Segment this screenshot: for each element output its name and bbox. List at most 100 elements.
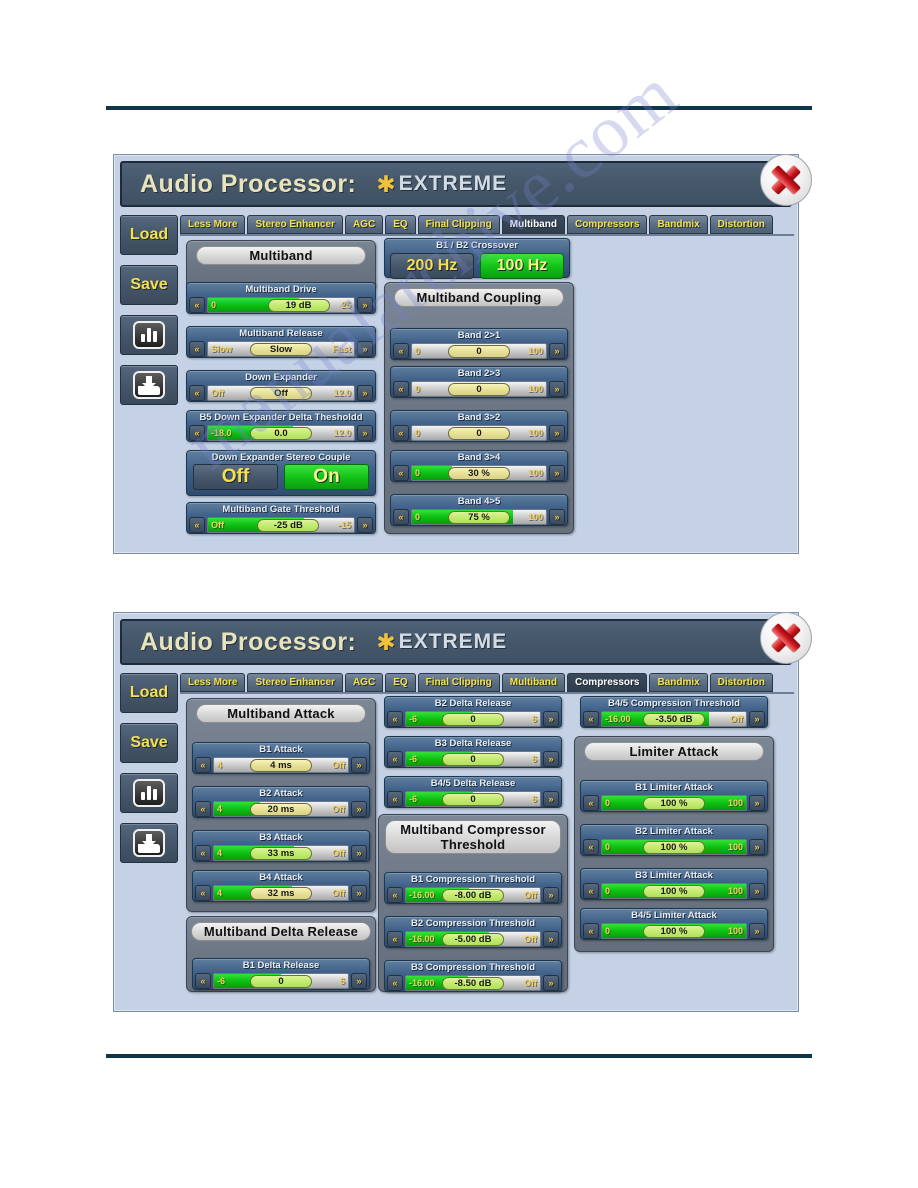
ctrl-band-4-5[interactable]: Band 4>5 « 0 100 75 % » (390, 494, 568, 526)
tab-bandmix[interactable]: Bandmix (649, 215, 708, 234)
slider-thumb-value[interactable]: 30 % (448, 466, 510, 480)
prev-arrow-icon[interactable]: « (189, 296, 205, 313)
ctrl-b3-attack[interactable]: B3 Attack « 4 Off 33 ms » (192, 830, 370, 862)
next-arrow-icon[interactable]: » (749, 882, 765, 899)
next-arrow-icon[interactable]: » (549, 342, 565, 359)
ctrl-b3-delta-release[interactable]: B3 Delta Release « -6 6 0 » (384, 736, 562, 768)
prev-arrow-icon[interactable]: « (583, 794, 599, 811)
prev-arrow-icon[interactable]: « (387, 710, 403, 727)
tab-multiband[interactable]: Multiband (501, 215, 565, 234)
prev-arrow-icon[interactable]: « (189, 340, 205, 357)
ctrl-down-expander[interactable]: Down Expander « Off 12.0 Off » (186, 370, 376, 402)
next-arrow-icon[interactable]: » (351, 972, 367, 989)
slider-thumb-value[interactable]: 0 (250, 974, 312, 988)
slider-track[interactable]: Off -15 -25 dB (207, 516, 355, 533)
ctrl-band-3-2[interactable]: Band 3>2 « 0 100 0 » (390, 410, 568, 442)
meters-button-2[interactable] (120, 773, 178, 813)
ctrl-b5-down-expander-delta-threshold[interactable]: B5 Down Expander Delta Thesholdd « -18.0 12… (186, 410, 376, 442)
next-arrow-icon[interactable]: » (749, 794, 765, 811)
ctrl-b2-delta-release[interactable]: B2 Delta Release « -6 6 0 » (384, 696, 562, 728)
prev-arrow-icon[interactable]: « (195, 800, 211, 817)
prev-arrow-icon[interactable]: « (387, 790, 403, 807)
meters-button[interactable] (120, 315, 178, 355)
slider-track[interactable]: -6 6 0 (405, 710, 541, 727)
next-arrow-icon[interactable]: » (549, 380, 565, 397)
prev-arrow-icon[interactable]: « (393, 380, 409, 397)
next-arrow-icon[interactable]: » (351, 884, 367, 901)
slider-thumb-value[interactable]: 0.0 (250, 426, 312, 440)
ctrl-b45-delta-release[interactable]: B4/5 Delta Release « -6 6 0 » (384, 776, 562, 808)
slider-thumb-value[interactable]: -8.00 dB (442, 888, 504, 902)
prev-arrow-icon[interactable]: « (393, 508, 409, 525)
slider-thumb-value[interactable]: 0 (442, 792, 504, 806)
slider-track[interactable]: -16.00 Off -5.00 dB (405, 930, 541, 947)
slider-thumb-value[interactable]: 0 (448, 426, 510, 440)
ctrl-b1-compression-threshold[interactable]: B1 Compression Threshold « -16.00 Off -8.00 … (384, 872, 562, 904)
ctrl-b2-attack[interactable]: B2 Attack « 4 Off 20 ms » (192, 786, 370, 818)
next-arrow-icon[interactable]: » (357, 340, 373, 357)
prev-arrow-icon[interactable]: « (387, 930, 403, 947)
slider-thumb-value[interactable]: 0 (442, 752, 504, 766)
slider-thumb-value[interactable]: 20 ms (250, 802, 312, 816)
prev-arrow-icon[interactable]: « (583, 922, 599, 939)
tab-eq[interactable]: EQ (385, 215, 416, 234)
slider-track[interactable]: -16.00 Off -8.00 dB (405, 886, 541, 903)
slider-thumb-value[interactable]: 100 % (643, 796, 705, 810)
prev-arrow-icon[interactable]: « (387, 750, 403, 767)
tab-compressors[interactable]: Compressors (566, 215, 648, 234)
load-button-2[interactable]: Load (120, 673, 178, 713)
tab-less-more[interactable]: Less More (180, 673, 246, 692)
tab-distortion[interactable]: Distortion (709, 215, 773, 234)
slider-track[interactable]: -16.00 Off -3.50 dB (601, 710, 747, 727)
ctrl-b1-b2-crossover[interactable]: B1 / B2 Crossover 200 Hz 100 Hz (384, 238, 570, 279)
prev-arrow-icon[interactable]: « (583, 710, 599, 727)
slider-thumb-value[interactable]: Slow (250, 342, 312, 356)
next-arrow-icon[interactable]: » (543, 750, 559, 767)
next-arrow-icon[interactable]: » (351, 800, 367, 817)
slider-track[interactable]: 0 100 100 % (601, 882, 747, 899)
save-to-file-button-2[interactable] (120, 823, 178, 863)
next-arrow-icon[interactable]: » (543, 790, 559, 807)
slider-thumb-value[interactable]: -25 dB (257, 518, 320, 532)
slider-track[interactable]: -6 6 0 (213, 972, 349, 989)
slider-track[interactable]: -6 6 0 (405, 790, 541, 807)
save-button[interactable]: Save (120, 265, 178, 305)
next-arrow-icon[interactable]: » (351, 844, 367, 861)
tab-final-clipping[interactable]: Final Clipping (417, 673, 500, 692)
slider-thumb-value[interactable]: 32 ms (250, 886, 312, 900)
slider-track[interactable]: 0 100 75 % (411, 508, 547, 525)
slider-thumb-value[interactable]: 100 % (643, 924, 705, 938)
save-button-2[interactable]: Save (120, 723, 178, 763)
slider-thumb-value[interactable]: 0 (448, 344, 510, 358)
ctrl-band-2-1[interactable]: Band 2>1 « 0 100 0 » (390, 328, 568, 360)
tab-agc[interactable]: AGC (344, 673, 384, 692)
prev-arrow-icon[interactable]: « (195, 756, 211, 773)
ctrl-b4-attack[interactable]: B4 Attack « 4 Off 32 ms » (192, 870, 370, 902)
slider-track[interactable]: 0 25 19 dB (207, 296, 355, 313)
tab-stereo-enhancer[interactable]: Stereo Enhancer (247, 215, 343, 234)
slider-track[interactable]: 0 100 100 % (601, 838, 747, 855)
tab-distortion[interactable]: Distortion (709, 673, 773, 692)
next-arrow-icon[interactable]: » (549, 508, 565, 525)
slider-thumb-value[interactable]: 4 ms (250, 758, 312, 772)
next-arrow-icon[interactable]: » (357, 516, 373, 533)
crossover-option-100hz[interactable]: 100 Hz (480, 253, 564, 279)
tab-bandmix[interactable]: Bandmix (649, 673, 708, 692)
prev-arrow-icon[interactable]: « (393, 342, 409, 359)
prev-arrow-icon[interactable]: « (387, 886, 403, 903)
next-arrow-icon[interactable]: » (543, 974, 559, 991)
ctrl-multiband-gate-threshold[interactable]: Multiband Gate Threshold « Off -15 -25 dB » (186, 502, 376, 534)
ctrl-b45-compression-threshold[interactable]: B4/5 Compression Threshold « -16.00 Off -3.5… (580, 696, 768, 728)
ctrl-b2-limiter-attack[interactable]: B2 Limiter Attack « 0 100 100 % » (580, 824, 768, 856)
slider-thumb-value[interactable]: 100 % (643, 884, 705, 898)
slider-track[interactable]: -6 6 0 (405, 750, 541, 767)
slider-thumb-value[interactable]: 0 (442, 712, 504, 726)
slider-track[interactable]: 4 Off 32 ms (213, 884, 349, 901)
slider-thumb-value[interactable]: -3.50 dB (643, 712, 705, 726)
slider-track[interactable]: 0 100 0 (411, 342, 547, 359)
ctrl-multiband-drive[interactable]: Multiband Drive « 0 25 19 dB » (186, 282, 376, 314)
next-arrow-icon[interactable]: » (357, 424, 373, 441)
ctrl-b3-limiter-attack[interactable]: B3 Limiter Attack « 0 100 100 % » (580, 868, 768, 900)
prev-arrow-icon[interactable]: « (195, 844, 211, 861)
slider-track[interactable]: 4 Off 4 ms (213, 756, 349, 773)
